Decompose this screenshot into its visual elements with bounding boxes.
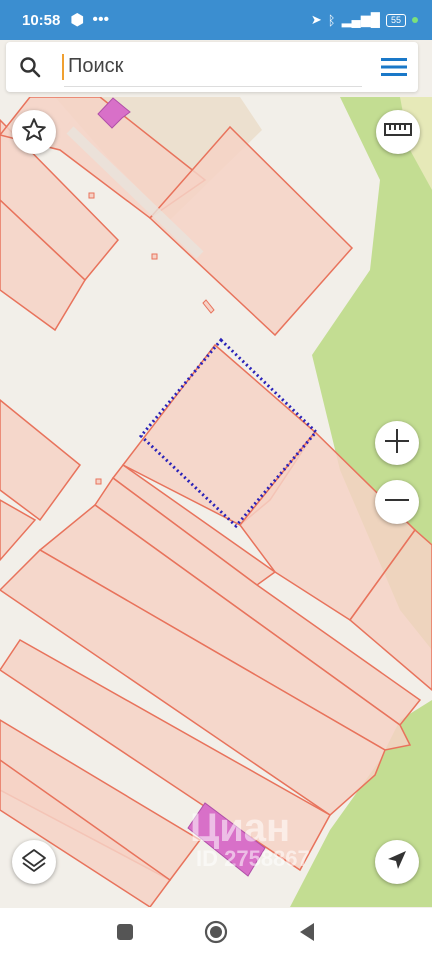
notification-icon: ⬢ xyxy=(70,12,85,29)
layers-button[interactable] xyxy=(12,840,56,884)
menu-icon[interactable] xyxy=(370,56,418,78)
recents-icon[interactable] xyxy=(116,923,134,946)
location-icon: ➤ xyxy=(310,12,322,27)
zoom-in-icon xyxy=(383,427,411,460)
signal-icon: ▂▄▆█ xyxy=(341,12,380,27)
back-icon[interactable] xyxy=(298,922,316,947)
star-icon xyxy=(21,117,47,148)
favorites-button[interactable] xyxy=(12,110,56,154)
layers-icon xyxy=(20,846,48,879)
bluetooth-icon: ᛒ xyxy=(327,12,336,28)
zoom-out-icon xyxy=(383,486,411,519)
zoom-in-button[interactable] xyxy=(375,421,419,465)
system-nav-bar xyxy=(0,908,432,960)
battery-dot-icon xyxy=(412,17,418,23)
watermark-brand: Циан xyxy=(190,806,291,850)
status-time: 10:58 xyxy=(22,11,61,29)
more-notifications-icon: ••• xyxy=(92,11,110,28)
search-icon[interactable] xyxy=(6,55,54,79)
locate-icon xyxy=(386,849,408,876)
zoom-out-button[interactable] xyxy=(375,480,419,524)
watermark-id: ID 2758867 xyxy=(196,846,310,871)
ruler-icon xyxy=(384,122,412,143)
search-bar xyxy=(6,42,418,92)
battery-indicator: 55 xyxy=(385,13,406,27)
search-input[interactable] xyxy=(64,47,362,87)
my-location-button[interactable] xyxy=(375,840,419,884)
map-view[interactable] xyxy=(0,97,432,907)
ruler-button[interactable] xyxy=(376,110,420,154)
status-bar: 10:58 ⬢ ••• ➤ ᛒ ▂▄▆█ 55 xyxy=(0,0,432,40)
home-icon[interactable] xyxy=(204,920,228,949)
